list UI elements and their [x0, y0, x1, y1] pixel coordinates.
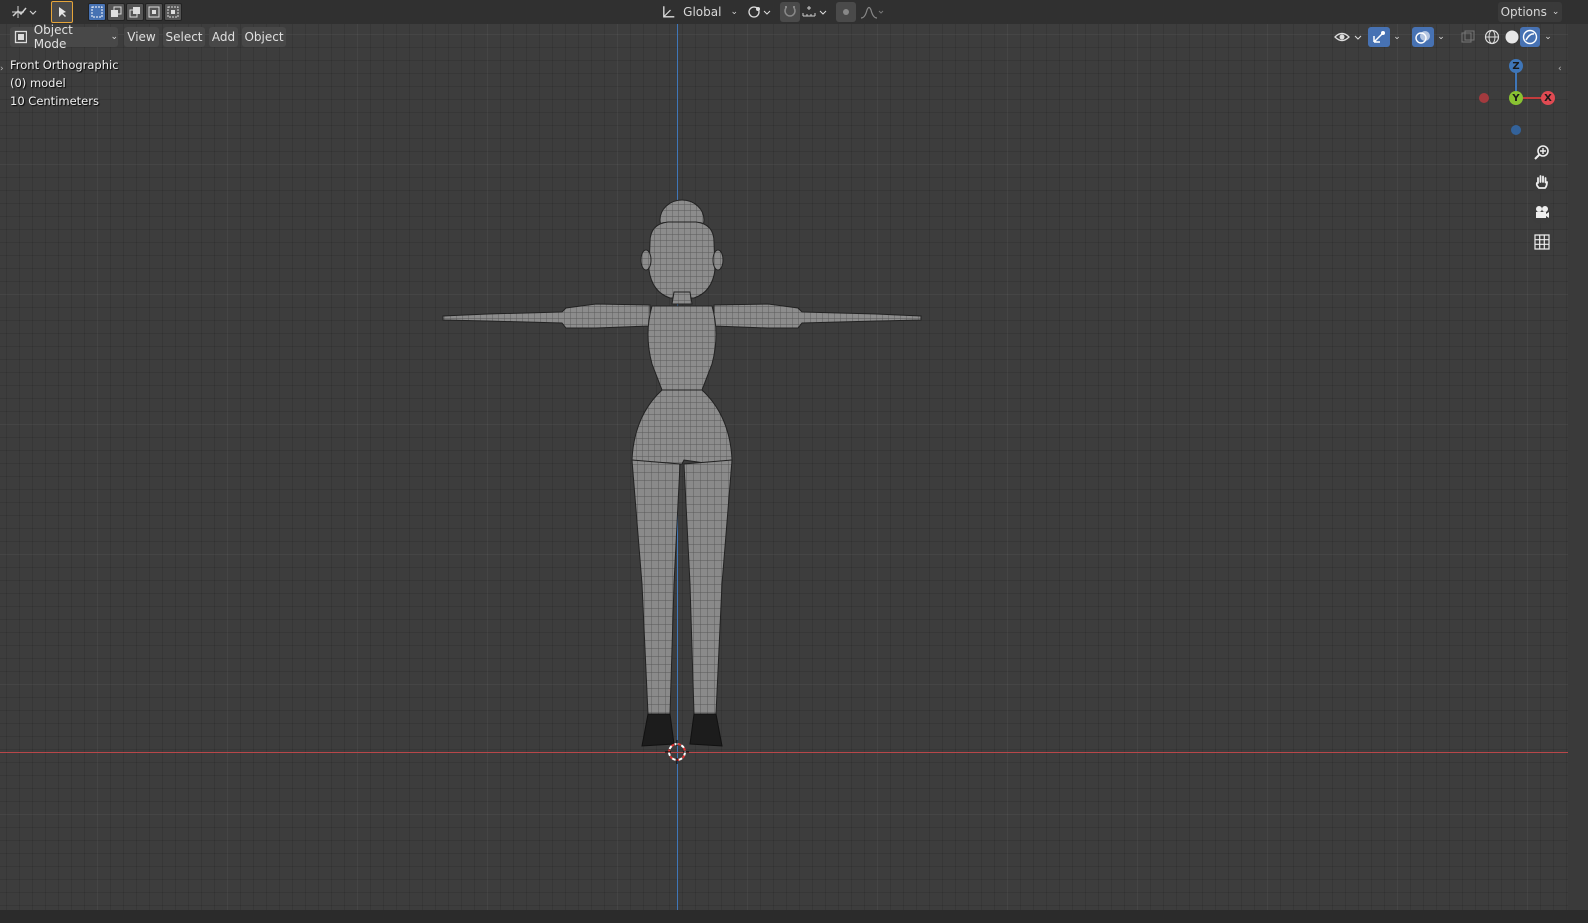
camera-view-button[interactable]	[1530, 200, 1554, 224]
xray-icon	[1461, 30, 1475, 43]
menu-object[interactable]: Object	[242, 27, 286, 47]
hand-pan-icon	[1535, 175, 1548, 189]
menu-view[interactable]: View	[124, 27, 159, 47]
view-name-label: Front Orthographic	[10, 58, 119, 72]
snap-toggle[interactable]	[780, 2, 800, 22]
select-subtract-button[interactable]	[126, 3, 144, 21]
select-tool-button[interactable]	[51, 1, 73, 23]
3d-viewport[interactable]: Front Orthographic (0) model 10 Centimet…	[0, 24, 1568, 910]
projection-toggle-button[interactable]	[1530, 230, 1554, 254]
mode-label: Object Mode	[33, 23, 73, 51]
select-intersect-button[interactable]	[164, 3, 182, 21]
shading-dropdown[interactable]: ⌄	[1541, 27, 1555, 47]
object-info-label: (0) model	[10, 76, 66, 90]
menu-add[interactable]: Add	[209, 27, 238, 47]
select-extend-button[interactable]	[107, 3, 125, 21]
select-extend-icon	[111, 6, 122, 17]
solid-shading-icon	[1505, 30, 1519, 44]
gizmo-y-handle[interactable]: Y	[1509, 91, 1523, 105]
grid-scale-label: 10 Centimeters	[10, 94, 99, 108]
chevron-down-icon: ⌄	[110, 32, 118, 42]
solid-shading-button[interactable]	[1502, 27, 1522, 47]
chevron-down-icon: ⌄	[1551, 7, 1560, 17]
select-subtract-icon	[129, 7, 140, 18]
proportional-falloff-dropdown[interactable]	[858, 2, 886, 22]
options-label: Options	[1500, 5, 1547, 19]
editor-type-icon	[12, 6, 37, 18]
3d-cursor-icon[interactable]	[665, 740, 689, 764]
pan-button[interactable]	[1530, 170, 1554, 194]
transform-orientation-dropdown[interactable]: Global ⌄	[660, 2, 738, 22]
menu-select[interactable]: Select	[163, 27, 205, 47]
visibility-icon	[1334, 32, 1362, 42]
editor-type-button[interactable]	[8, 2, 38, 22]
select-invert-button[interactable]	[145, 3, 163, 21]
chevron-down-icon: ⌄	[730, 7, 738, 17]
select-invert-icon	[148, 6, 160, 18]
falloff-curve-icon	[860, 6, 884, 19]
gizmo-toggle-button[interactable]	[1368, 27, 1390, 47]
proportional-edit-icon	[843, 9, 849, 15]
gizmo-x-handle[interactable]: X	[1541, 91, 1555, 105]
gizmo-z-handle[interactable]: Z	[1509, 59, 1523, 73]
object-visibility-dropdown[interactable]	[1332, 27, 1364, 47]
sidebar-toggle-arrow[interactable]: ‹	[1558, 64, 1566, 74]
mode-dropdown[interactable]: Object Mode ⌄	[10, 23, 118, 51]
camera-icon	[1536, 206, 1549, 218]
select-cursor-icon	[59, 7, 66, 17]
right-region-edge	[1568, 24, 1588, 910]
overlay-dropdown[interactable]: ⌄	[1434, 27, 1448, 47]
transform-orientation-icon	[663, 6, 675, 18]
snap-icon	[784, 6, 796, 17]
navigation-gizmo[interactable]: Z Y X	[1476, 56, 1556, 136]
options-dropdown[interactable]: Options ⌄	[1498, 2, 1562, 22]
select-box-icon	[91, 6, 103, 18]
pivot-point-dropdown[interactable]	[745, 2, 773, 22]
gizmo-neg-z-handle[interactable]	[1511, 125, 1521, 135]
gizmo-neg-x-handle[interactable]	[1479, 93, 1489, 103]
toolbar-toggle-arrow[interactable]: ›	[0, 64, 8, 74]
transform-orientation-label: Global	[683, 5, 722, 19]
tool-settings-bar: Global ⌄ Options ⌄	[0, 0, 1588, 24]
snap-target-dropdown[interactable]	[800, 2, 830, 22]
gizmo-dropdown[interactable]: ⌄	[1390, 27, 1404, 47]
overlay-icon	[1415, 31, 1430, 44]
zoom-button[interactable]	[1530, 140, 1554, 164]
overlay-toggle-button[interactable]	[1412, 27, 1434, 47]
material-shading-icon	[1522, 29, 1538, 45]
xray-toggle-button[interactable]	[1458, 27, 1478, 47]
proportional-edit-toggle[interactable]	[836, 2, 856, 22]
character-model	[442, 199, 922, 747]
status-bar	[0, 910, 1588, 923]
wireframe-shading-icon	[1484, 29, 1500, 45]
gizmo-toggle-icon	[1373, 31, 1385, 43]
zoom-icon	[1534, 145, 1549, 160]
grid-icon	[1534, 234, 1550, 250]
wireframe-shading-button[interactable]	[1482, 27, 1502, 47]
snap-increment-icon	[802, 6, 827, 17]
pivot-icon	[748, 6, 771, 18]
select-intersect-icon	[167, 6, 179, 18]
select-new-button[interactable]	[88, 3, 106, 21]
material-shading-button[interactable]	[1520, 27, 1540, 47]
object-mode-icon	[14, 30, 27, 44]
